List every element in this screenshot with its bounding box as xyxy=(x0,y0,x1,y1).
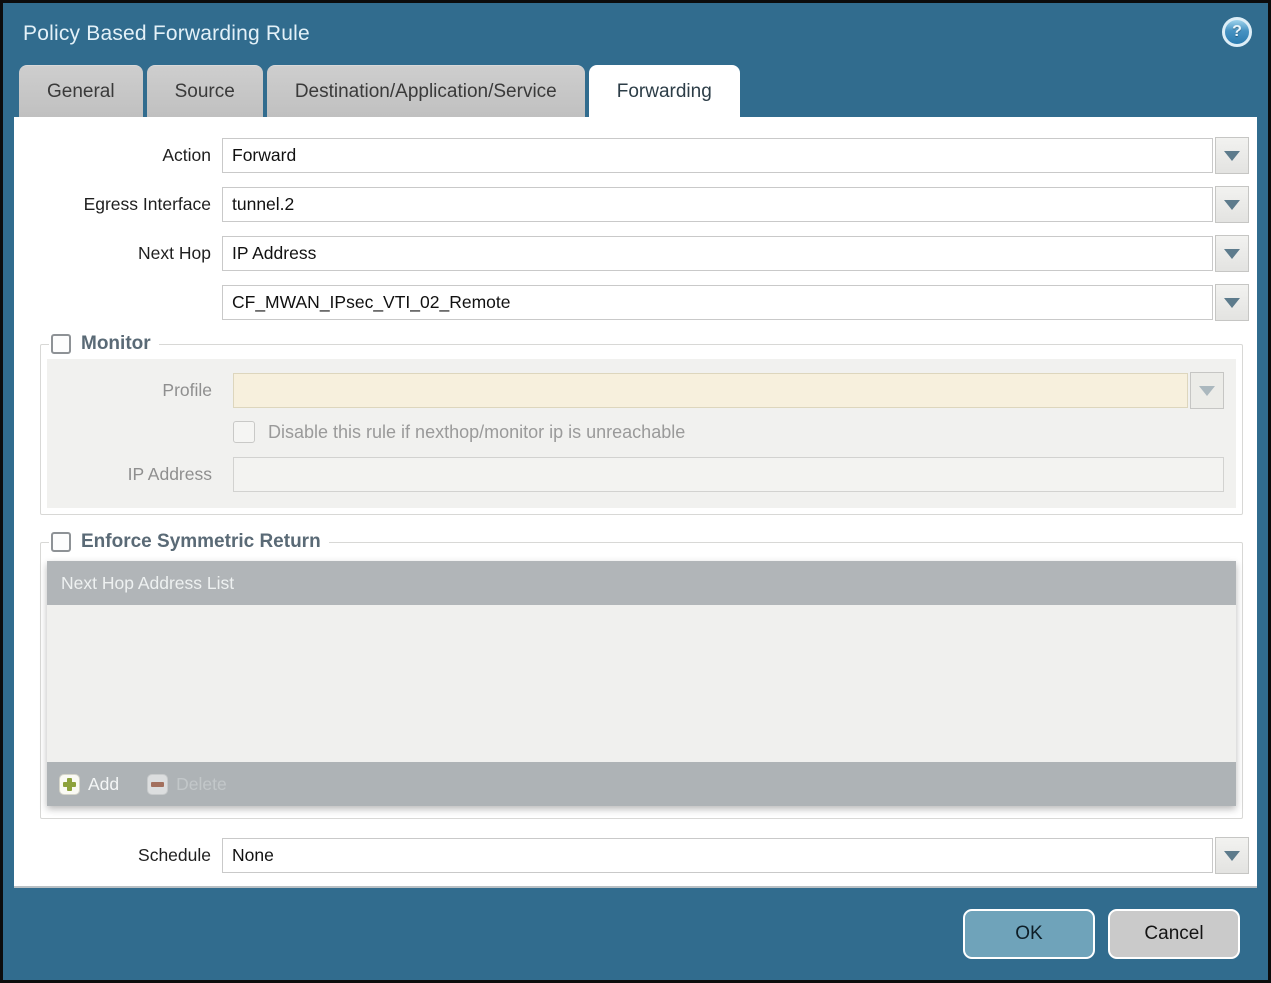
dialog-title: Policy Based Forwarding Rule xyxy=(23,22,310,46)
next-hop-type-input[interactable] xyxy=(222,236,1213,271)
monitor-checkbox[interactable] xyxy=(51,334,71,354)
help-icon-glyph: ? xyxy=(1232,24,1242,40)
monitor-panel: Profile Disable this rule if nexthop/mon… xyxy=(47,359,1236,508)
enforce-symmetric-return-section: Enforce Symmetric Return Next Hop Addres… xyxy=(40,531,1243,819)
action-label: Action xyxy=(14,145,222,166)
monitor-legend: Monitor xyxy=(49,333,159,355)
monitor-ip-address-input xyxy=(233,457,1224,492)
monitor-ip-address-row: IP Address xyxy=(47,457,1224,492)
disable-rule-label: Disable this rule if nexthop/monitor ip … xyxy=(268,422,685,443)
chevron-down-icon xyxy=(1224,151,1240,161)
tab-source[interactable]: Source xyxy=(147,65,263,117)
enforce-symmetric-return-legend: Enforce Symmetric Return xyxy=(49,531,329,553)
profile-label: Profile xyxy=(47,380,223,401)
chevron-down-icon xyxy=(1199,386,1215,396)
schedule-input[interactable] xyxy=(222,838,1213,873)
action-input[interactable] xyxy=(222,138,1213,173)
disable-rule-checkbox xyxy=(233,421,255,443)
profile-dropdown-button xyxy=(1190,372,1224,409)
help-icon[interactable]: ? xyxy=(1222,17,1252,47)
next-hop-address-list-footer: Add Delete xyxy=(47,762,1236,806)
egress-interface-dropdown-button[interactable] xyxy=(1215,186,1249,223)
enforce-symmetric-return-title: Enforce Symmetric Return xyxy=(81,531,321,553)
profile-row: Profile xyxy=(47,372,1224,409)
action-row: Action xyxy=(14,137,1249,174)
egress-interface-label: Egress Interface xyxy=(14,194,222,215)
schedule-dropdown-button[interactable] xyxy=(1215,837,1249,874)
monitor-section: Monitor Profile Disable this rule if nex… xyxy=(40,333,1243,515)
add-button-label: Add xyxy=(88,774,119,795)
delete-button-label: Delete xyxy=(176,774,227,795)
add-button[interactable]: Add xyxy=(59,774,119,795)
profile-input xyxy=(233,373,1188,408)
dialog-titlebar: Policy Based Forwarding Rule ? xyxy=(3,3,1268,65)
next-hop-address-dropdown-button[interactable] xyxy=(1215,284,1249,321)
chevron-down-icon xyxy=(1224,200,1240,210)
next-hop-address-input[interactable] xyxy=(222,285,1213,320)
chevron-down-icon xyxy=(1224,851,1240,861)
monitor-title: Monitor xyxy=(81,333,151,355)
minus-icon xyxy=(147,774,168,795)
ok-button[interactable]: OK xyxy=(963,909,1095,959)
delete-button: Delete xyxy=(147,774,227,795)
plus-icon xyxy=(59,774,80,795)
next-hop-address-row xyxy=(14,284,1249,321)
tab-bar: General Source Destination/Application/S… xyxy=(3,65,1268,117)
tab-general[interactable]: General xyxy=(19,65,143,117)
disable-rule-row: Disable this rule if nexthop/monitor ip … xyxy=(233,421,1224,443)
monitor-ip-address-label: IP Address xyxy=(47,464,223,485)
action-dropdown-button[interactable] xyxy=(1215,137,1249,174)
chevron-down-icon xyxy=(1224,249,1240,259)
next-hop-address-list-table: Next Hop Address List Add Delete xyxy=(47,561,1236,806)
dialog-content: Action Egress Interface Next Hop xyxy=(14,117,1257,888)
egress-interface-row: Egress Interface xyxy=(14,186,1249,223)
dialog-footer: OK Cancel xyxy=(3,888,1268,980)
next-hop-address-list-header: Next Hop Address List xyxy=(47,561,1236,605)
next-hop-label: Next Hop xyxy=(14,243,222,264)
policy-based-forwarding-dialog: Policy Based Forwarding Rule ? General S… xyxy=(0,0,1271,983)
tab-forwarding[interactable]: Forwarding xyxy=(589,65,740,117)
chevron-down-icon xyxy=(1224,298,1240,308)
enforce-symmetric-return-checkbox[interactable] xyxy=(51,532,71,552)
tab-destination-application-service[interactable]: Destination/Application/Service xyxy=(267,65,585,117)
next-hop-type-dropdown-button[interactable] xyxy=(1215,235,1249,272)
schedule-row: Schedule xyxy=(14,837,1249,874)
egress-interface-input[interactable] xyxy=(222,187,1213,222)
next-hop-row: Next Hop xyxy=(14,235,1249,272)
schedule-label: Schedule xyxy=(14,845,222,866)
cancel-button[interactable]: Cancel xyxy=(1108,909,1240,959)
next-hop-address-list-body xyxy=(47,605,1236,762)
